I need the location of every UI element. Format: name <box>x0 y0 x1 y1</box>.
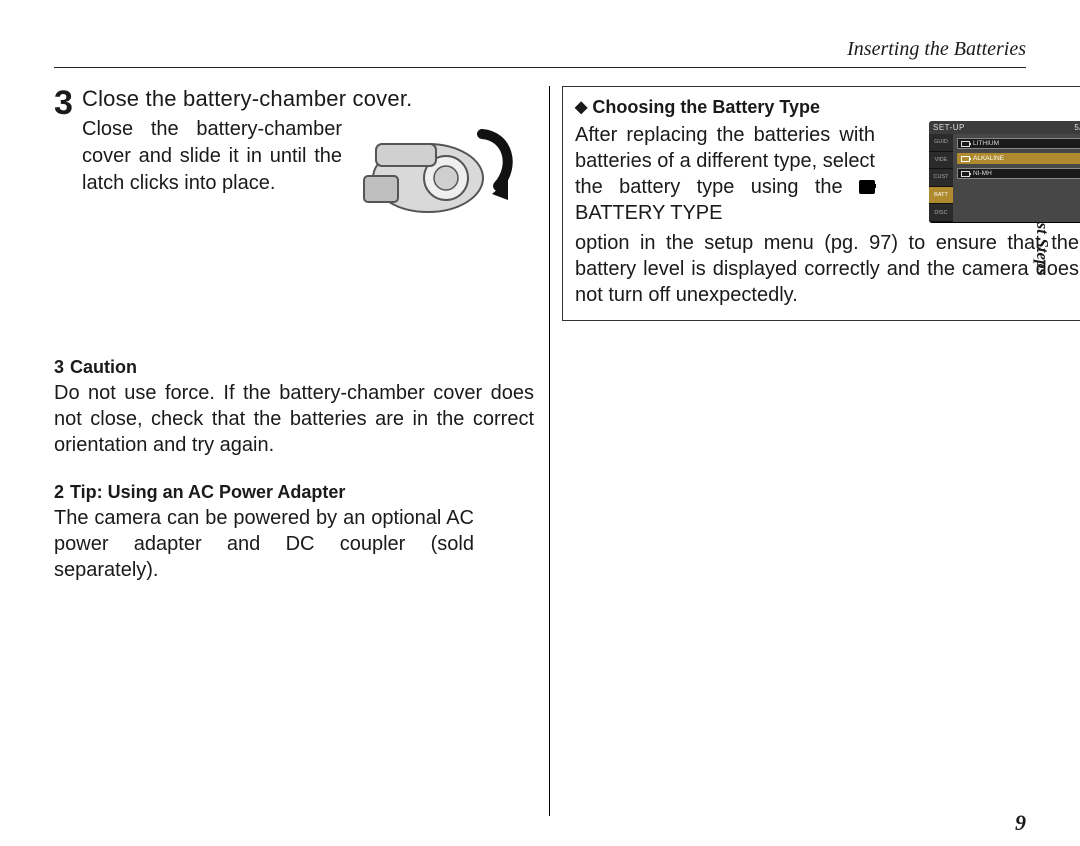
menu-left-item: CUST <box>929 169 953 187</box>
battery-icon <box>961 141 970 147</box>
menu-left-item: VIDE <box>929 152 953 170</box>
battery-icon <box>961 171 970 177</box>
battery-icon <box>961 156 970 162</box>
panel-body1: After replacing the batteries with batte… <box>575 124 875 198</box>
menu-left-item: DISC <box>929 204 953 222</box>
choosing-battery-type-panel: ◆ Choosing the Battery Type After replac… <box>562 86 1080 321</box>
menu-option-label: ALKALINE <box>973 155 1004 162</box>
header-rule <box>54 67 1026 68</box>
panel-title-text: Choosing the Battery Type <box>592 97 820 117</box>
caution-marker: 3 <box>54 357 70 378</box>
menu-left-item-selected: BATT <box>929 187 953 205</box>
menu-option-label: NI-MH <box>973 170 992 177</box>
menu-option: NI-MH <box>957 168 1080 179</box>
menu-left-item: GUID <box>929 134 953 152</box>
menu-right-options: LITHIUM ALKALINE NI-MH <box>953 134 1080 222</box>
menu-page-indicator: 5/6 <box>1074 123 1080 132</box>
setup-menu-screenshot: SET-UP 5/6 GUID VIDE CUST BATT DISC LITH… <box>929 121 1080 223</box>
step-number: 3 <box>54 84 73 123</box>
tip-heading: 2Tip: Using an AC Power Adapter <box>54 482 524 503</box>
panel-opt-label: BATTERY TYPE <box>575 202 722 224</box>
panel-body-upper: After replacing the batteries with batte… <box>575 122 875 226</box>
panel-body-lower: option in the setup menu (pg. 97) to ens… <box>575 230 1079 308</box>
caution-heading: 3Caution <box>54 357 524 378</box>
camera-close-cover-illustration <box>358 116 524 224</box>
panel-title: ◆ Choosing the Battery Type <box>575 97 1079 118</box>
caution-label: Caution <box>70 357 137 377</box>
menu-option-label: LITHIUM <box>973 140 999 147</box>
menu-option-selected: ALKALINE <box>957 153 1080 164</box>
running-header: Inserting the Batteries <box>54 38 1026 61</box>
battery-type-menu-icon <box>859 180 875 194</box>
menu-title-text: SET-UP <box>933 123 965 132</box>
menu-titlebar: SET-UP 5/6 <box>929 121 1080 134</box>
page-number: 9 <box>1015 810 1026 836</box>
tip-text: The camera can be powered by an optional… <box>54 505 474 583</box>
menu-left-rail: GUID VIDE CUST BATT DISC <box>929 134 953 222</box>
step-body: Close the battery-chamber cover and slid… <box>82 116 342 197</box>
menu-option: LITHIUM <box>957 138 1080 149</box>
panel-bullet-icon: ◆ <box>575 99 587 116</box>
step-title: Close the battery-chamber cover. <box>82 86 524 112</box>
tip-label: Tip: Using an AC Power Adapter <box>70 482 345 502</box>
tip-marker: 2 <box>54 482 70 503</box>
column-divider <box>549 86 550 816</box>
caution-text: Do not use force. If the battery-chamber… <box>54 380 534 458</box>
